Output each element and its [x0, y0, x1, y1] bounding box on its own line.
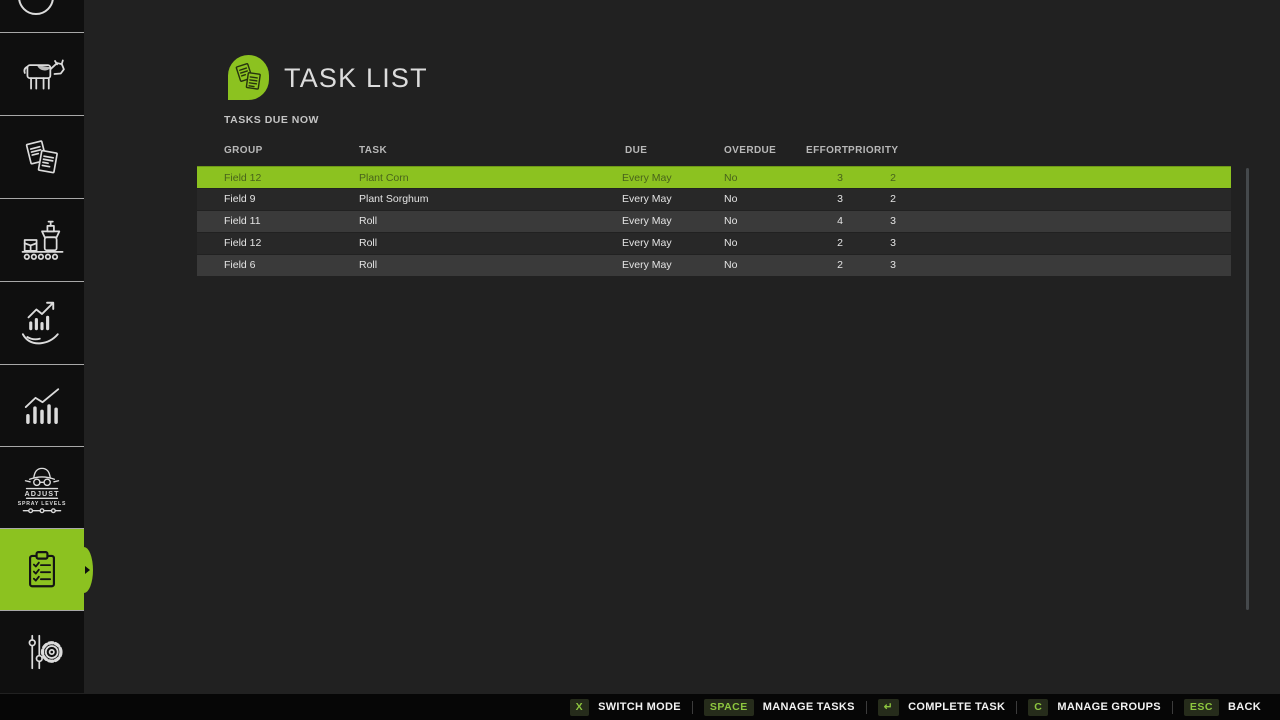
table-row[interactable]: Field 6 Roll Every May No 2 3: [197, 255, 1231, 276]
cell-due: Every May: [622, 211, 672, 232]
hotkey-back: ESC BACK: [1173, 699, 1272, 716]
cell-overdue: No: [724, 167, 737, 189]
column-header-due: DUE: [625, 145, 647, 156]
sidebar-separator: [0, 446, 84, 447]
task-list-screen: ADJUST SPRAY LEVELS: [0, 0, 1280, 720]
cell-due: Every May: [622, 233, 672, 254]
cell-priority: 3: [870, 211, 916, 232]
cell-task: Roll: [359, 211, 377, 232]
enter-key-icon: ↵: [878, 699, 899, 716]
hotkey-label: MANAGE TASKS: [763, 701, 855, 713]
cell-task: Plant Sorghum: [359, 189, 428, 210]
cell-due: Every May: [622, 167, 672, 189]
cell-overdue: No: [724, 189, 737, 210]
key-badge-c: C: [1028, 699, 1048, 716]
cell-group: Field 12: [224, 233, 261, 254]
key-badge-x: X: [570, 699, 590, 716]
sidebar-item-statistics[interactable]: [0, 365, 84, 446]
cow-icon: [17, 49, 67, 99]
column-header-task: TASK: [359, 145, 387, 156]
cell-group: Field 9: [224, 189, 256, 210]
cell-priority: 2: [870, 167, 916, 189]
bar-chart-icon: [16, 380, 68, 432]
sidebar-item-task-list[interactable]: [0, 529, 84, 610]
cell-priority: 2: [870, 189, 916, 210]
hotkey-manage-groups: C MANAGE GROUPS: [1017, 699, 1172, 716]
task-list-page-icon: [228, 55, 269, 100]
sidebar-item-contracts[interactable]: [0, 116, 84, 198]
cell-due: Every May: [622, 255, 672, 276]
cell-effort: 3: [817, 189, 863, 210]
cell-priority: 3: [870, 255, 916, 276]
table-row-selected[interactable]: Field 12 Plant Corn Every May No 3 2: [197, 166, 1231, 188]
cell-group: Field 12: [224, 167, 261, 189]
sidebar-separator: [0, 32, 84, 33]
hotkey-label: COMPLETE TASK: [908, 701, 1005, 713]
hotkey-label: BACK: [1228, 701, 1261, 713]
sidebar-separator: [0, 198, 84, 199]
sliders-gear-icon: [16, 626, 68, 678]
hotkey-bar: X SWITCH MODE SPACE MANAGE TASKS ↵ COMPL…: [0, 694, 1280, 720]
circle-icon: [0, 0, 84, 32]
column-header-effort: EFFORT: [806, 145, 848, 156]
cell-task: Roll: [359, 233, 377, 254]
sidebar-item-settings[interactable]: [0, 611, 84, 693]
column-header-group: GROUP: [224, 145, 263, 156]
cell-overdue: No: [724, 233, 737, 254]
hotkey-switch-mode: X SWITCH MODE: [559, 699, 692, 716]
column-header-priority: PRIORITY: [848, 145, 898, 156]
sidebar-separator: [0, 364, 84, 365]
svg-text:ADJUST: ADJUST: [24, 488, 59, 497]
cell-group: Field 6: [224, 255, 256, 276]
adjust-spray-levels-icon: ADJUST SPRAY LEVELS: [11, 457, 73, 519]
cell-overdue: No: [724, 211, 737, 232]
sidebar-item-production[interactable]: [0, 199, 84, 281]
hand-chart-icon: [15, 296, 69, 350]
table-row[interactable]: Field 9 Plant Sorghum Every May No 3 2: [197, 189, 1231, 210]
cell-priority: 3: [870, 233, 916, 254]
sidebar-separator: [0, 528, 84, 529]
cell-effort: 2: [817, 255, 863, 276]
section-subtitle: TASKS DUE NOW: [224, 114, 319, 126]
sidebar-item-spray-levels[interactable]: ADJUST SPRAY LEVELS: [0, 447, 84, 528]
documents-icon: [17, 132, 67, 182]
cell-task: Plant Corn: [359, 167, 409, 189]
sidebar-separator: [0, 610, 84, 611]
active-tab-arrow-icon: [85, 566, 90, 574]
sidebar-item-sales[interactable]: [0, 282, 84, 364]
cell-due: Every May: [622, 189, 672, 210]
cell-effort: 2: [817, 233, 863, 254]
task-table: GROUP TASK DUE OVERDUE EFFORT PRIORITY F…: [197, 143, 1231, 278]
page-title: TASK LIST: [284, 63, 428, 94]
sidebar-item-animals[interactable]: [0, 33, 84, 115]
sidebar-separator: [0, 115, 84, 116]
hotkey-label: MANAGE GROUPS: [1057, 701, 1161, 713]
key-badge-esc: ESC: [1184, 699, 1219, 716]
clipboard-checklist-icon: [16, 544, 68, 596]
table-row[interactable]: Field 11 Roll Every May No 4 3: [197, 211, 1231, 232]
table-row[interactable]: Field 12 Roll Every May 2 No 3: [197, 233, 1231, 254]
column-header-overdue: OVERDUE: [724, 145, 776, 156]
cell-overdue: No: [724, 255, 737, 276]
cell-effort: 3: [817, 167, 863, 189]
sidebar-separator: [0, 281, 84, 282]
svg-text:SPRAY LEVELS: SPRAY LEVELS: [18, 501, 67, 507]
cell-group: Field 11: [224, 211, 261, 232]
sidebar-item-top[interactable]: [0, 0, 84, 32]
hotkey-complete-task: ↵ COMPLETE TASK: [867, 699, 1017, 716]
key-badge-space: SPACE: [704, 699, 754, 716]
production-line-icon: [16, 214, 68, 266]
hotkey-label: SWITCH MODE: [598, 701, 681, 713]
cell-effort: 4: [817, 211, 863, 232]
hotkey-manage-tasks: SPACE MANAGE TASKS: [693, 699, 866, 716]
scrollbar[interactable]: [1246, 168, 1249, 610]
cell-task: Roll: [359, 255, 377, 276]
